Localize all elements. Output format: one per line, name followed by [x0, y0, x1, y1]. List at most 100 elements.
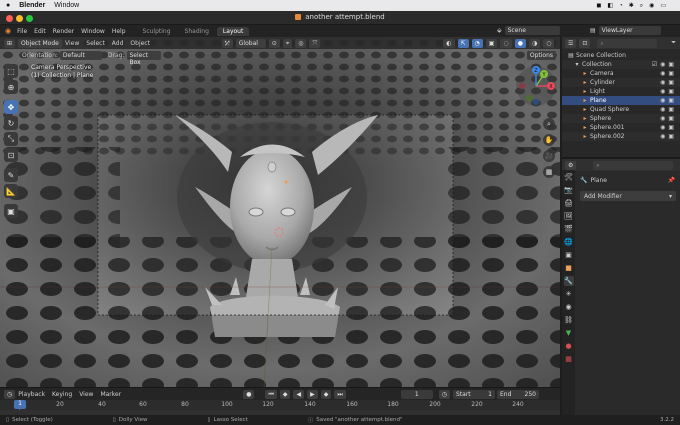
playhead[interactable]: 1 — [14, 400, 26, 409]
timeline-ruler[interactable]: 20 40 60 80 100 120 140 160 180 200 220 … — [0, 400, 560, 410]
menu-window[interactable]: Window — [81, 28, 105, 35]
solid-shading-icon[interactable]: ● — [514, 38, 526, 48]
outliner-collection[interactable]: ▾ Collection ☑◉▣ — [562, 60, 680, 69]
prev-keyframe-icon[interactable]: ◆ — [279, 389, 291, 399]
vp-menu-select[interactable]: Select — [86, 40, 105, 47]
pin-icon[interactable]: 📌 — [668, 177, 675, 184]
tab-shading[interactable]: Shading — [179, 27, 215, 36]
object-tab-icon[interactable]: ■ — [564, 263, 574, 273]
perspective-grid-icon[interactable]: ▦ — [543, 166, 555, 178]
timeline-menu-view[interactable]: View — [79, 391, 93, 398]
add-modifier-button[interactable]: Add Modifier ▾ — [580, 191, 676, 201]
gizmo-toggle-icon[interactable]: ⇱ — [457, 38, 469, 48]
transform-tool-icon[interactable]: ⊡ — [4, 148, 18, 162]
collection-toggles[interactable]: ☑◉▣ — [652, 60, 677, 69]
vp-menu-object[interactable]: Object — [130, 40, 150, 47]
render-tab-icon[interactable]: 📷 — [564, 185, 574, 195]
record-keyframe-icon[interactable]: ● — [243, 389, 255, 399]
collection-tab-icon[interactable]: ▣ — [564, 250, 574, 260]
start-frame-field[interactable]: Start 1 — [453, 389, 495, 399]
mac-status-icons[interactable]: ◼◧◔✱⌕◉▭ — [596, 2, 672, 10]
move-tool-icon[interactable]: ✥ — [4, 100, 18, 114]
visibility-icon[interactable]: ◐ — [443, 38, 455, 48]
outliner-item-quad-sphere[interactable]: ▸ Quad Sphere ◉▣ — [562, 105, 680, 114]
outliner-search-input[interactable]: ⌕ — [597, 38, 658, 48]
display-mode-icon[interactable]: ⊡ — [579, 38, 591, 48]
rendered-shading-icon[interactable]: ○ — [543, 38, 555, 48]
row-toggles[interactable]: ◉▣ — [660, 123, 677, 132]
end-frame-field[interactable]: End 250 — [497, 389, 539, 399]
material-tab-icon[interactable]: ● — [564, 341, 574, 351]
timeline-menu-playback[interactable]: Playback — [18, 391, 45, 398]
menu-edit[interactable]: Edit — [34, 28, 46, 35]
outliner-item-cylinder[interactable]: ▸ Cylinder ◉▣ — [562, 78, 680, 87]
outliner-editor-icon[interactable]: ☰ — [565, 38, 577, 48]
modifier-tab-icon[interactable]: 🔧 — [563, 276, 574, 286]
outliner-item-sphere-001[interactable]: ▸ Sphere.001 ◉▣ — [562, 123, 680, 132]
row-toggles[interactable]: ◉▣ — [660, 96, 677, 105]
vp-menu-view[interactable]: View — [65, 40, 79, 47]
output-tab-icon[interactable]: 🖨 — [564, 198, 574, 208]
row-toggles[interactable]: ◉▣ — [660, 132, 677, 141]
play-icon[interactable]: ▶ — [307, 389, 318, 399]
apple-icon[interactable]: ● — [6, 2, 10, 9]
outliner-item-sphere-002[interactable]: ▸ Sphere.002 ◉▣ — [562, 132, 680, 141]
view-layer-field[interactable]: ViewLayer — [598, 26, 661, 35]
outliner-item-light[interactable]: ▸ Light ◉▣ — [562, 87, 680, 96]
scene-field[interactable]: Scene — [504, 26, 560, 35]
camera-view-icon[interactable]: 🎥 — [543, 150, 555, 162]
mac-app-menu[interactable]: Blender — [19, 2, 45, 9]
menu-file[interactable]: File — [17, 28, 27, 35]
view-layer-selector[interactable]: ▤ ViewLayer — [590, 26, 661, 35]
orientation-default-dropdown[interactable]: Default — [59, 51, 102, 60]
drag-select-box-dropdown[interactable]: Select Box — [126, 51, 161, 66]
constraints-tab-icon[interactable]: ⛓ — [564, 315, 574, 325]
wireframe-shading-icon[interactable]: ◌ — [500, 38, 512, 48]
overlay-toggle-icon[interactable]: ◔ — [471, 38, 483, 48]
properties-search-input[interactable]: ⌕ — [593, 160, 674, 170]
physics-tab-icon[interactable]: ◉ — [564, 302, 574, 312]
editor-type-icon[interactable]: ⊞ — [4, 38, 16, 48]
tool-tab-icon[interactable]: 🛠 — [564, 172, 574, 182]
rotate-tool-icon[interactable]: ↻ — [4, 116, 18, 130]
menu-help[interactable]: Help — [112, 28, 126, 35]
orientation-dropdown[interactable]: Global — [235, 38, 266, 48]
outliner-item-camera[interactable]: ▸ Camera ◉▣ — [562, 69, 680, 78]
view-layer-tab-icon[interactable]: 🖼 — [564, 211, 574, 221]
add-cube-tool-icon[interactable]: ▣ — [4, 204, 18, 218]
data-tab-icon[interactable]: ▼ — [564, 328, 574, 338]
viewport-3d[interactable] — [0, 37, 560, 387]
snap-icon[interactable]: ⌖ — [282, 38, 293, 48]
timeline-menu-keying[interactable]: Keying — [52, 391, 72, 398]
world-tab-icon[interactable]: 🌐 — [564, 237, 574, 247]
scale-tool-icon[interactable]: ⤡ — [4, 132, 18, 146]
pivot-point-icon[interactable]: ⊙ — [268, 38, 280, 48]
row-toggles[interactable]: ◉▣ — [660, 105, 677, 114]
mode-dropdown[interactable]: Object Mode — [18, 38, 63, 48]
navigation-gizmo[interactable]: X Y Z — [514, 64, 558, 108]
next-keyframe-icon[interactable]: ◆ — [320, 389, 332, 399]
tab-sculpting[interactable]: Sculpting — [137, 27, 177, 36]
outliner-item-sphere[interactable]: ▸ Sphere ◉▣ — [562, 114, 680, 123]
blender-logo-icon[interactable]: ◉ — [5, 27, 11, 35]
xray-icon[interactable]: ▣ — [485, 38, 498, 48]
mac-window-menu[interactable]: Window — [54, 2, 79, 9]
cursor-tool-icon[interactable]: ⊕ — [4, 80, 18, 94]
row-toggles[interactable]: ◉▣ — [660, 114, 677, 123]
row-toggles[interactable]: ◉▣ — [660, 78, 677, 87]
options-dropdown[interactable]: Options — [526, 51, 556, 60]
outliner-item-plane[interactable]: ▸ Plane ◉▣ — [562, 96, 680, 105]
play-reverse-icon[interactable]: ◀ — [293, 389, 305, 399]
timeline-menu-marker[interactable]: Marker — [100, 391, 121, 398]
texture-tab-icon[interactable]: ▦ — [564, 354, 574, 364]
pan-hand-icon[interactable]: ✋ — [543, 134, 555, 146]
timeline-editor-icon[interactable]: ◷ — [4, 389, 16, 399]
row-toggles[interactable]: ◉▣ — [660, 69, 677, 78]
properties-editor-icon[interactable]: ⚙ — [565, 160, 577, 170]
tab-layout[interactable]: Layout — [216, 26, 250, 36]
preview-range-icon[interactable]: ◷ — [438, 389, 450, 399]
outliner-scene-collection[interactable]: ▤ Scene Collection — [562, 51, 680, 60]
measure-tool-icon[interactable]: 📐 — [4, 184, 18, 198]
menu-render[interactable]: Render — [53, 28, 74, 35]
proportional-edit-icon[interactable]: ◎ — [295, 38, 307, 48]
